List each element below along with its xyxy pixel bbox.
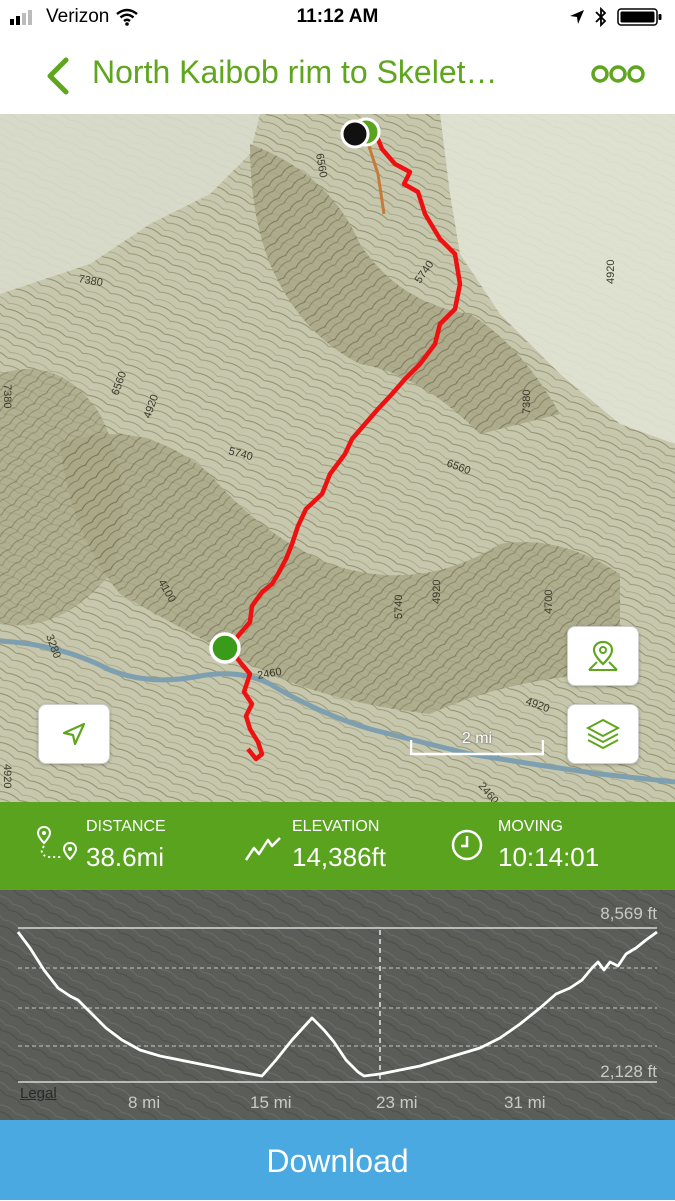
layers-icon: [585, 718, 621, 750]
x-axis-label: 23 mi: [376, 1093, 418, 1112]
download-button[interactable]: Download: [0, 1120, 675, 1200]
x-axis-label: 8 mi: [128, 1093, 161, 1112]
contour-label: 4700: [543, 590, 555, 614]
contour-label: 4920: [431, 580, 443, 604]
battery-icon: [617, 8, 662, 26]
start-marker[interactable]: [209, 632, 241, 664]
contour-label: 7380: [521, 390, 533, 414]
contour-label: 4920: [605, 260, 617, 284]
contour-label: 7380: [1, 384, 13, 408]
bluetooth-icon: [595, 7, 607, 27]
elevation-profile[interactable]: 8,569 ft 2,128 ft 8 mi 15 mi 23 mi 31 mi: [0, 890, 675, 1120]
elevation-label: ELEVATION: [292, 818, 380, 835]
elevation-value: 14,386ft: [292, 842, 386, 872]
elevation-icon: [244, 837, 281, 861]
stats-bar: DISTANCE 38.6mi ELEVATION 14,386ft MOVIN…: [0, 802, 675, 890]
my-location-button[interactable]: [38, 704, 110, 764]
end-marker[interactable]: [340, 119, 370, 149]
map-scale: 2 mi: [410, 730, 544, 756]
topo-map[interactable]: 7380 6560 4920 5740 6560 7380 5740 4920 …: [0, 114, 675, 802]
elevation-stat: ELEVATION 14,386ft: [244, 802, 454, 890]
back-button[interactable]: [38, 54, 78, 98]
waypoint-button[interactable]: [567, 626, 639, 686]
more-dots-icon: [591, 65, 645, 83]
status-bar: Verizon 11:12 AM: [0, 0, 675, 36]
scale-label: 2 mi: [461, 730, 493, 747]
profile-min-label: 2,128 ft: [600, 1062, 657, 1081]
x-axis-label: 15 mi: [250, 1093, 292, 1112]
distance-label: DISTANCE: [86, 818, 166, 835]
contour-label: 5740: [393, 595, 405, 619]
chevron-left-icon: [47, 57, 69, 95]
map-canvas[interactable]: 7380 6560 4920 5740 6560 7380 5740 4920 …: [0, 114, 675, 802]
clock-icon: [451, 829, 483, 861]
status-right: [569, 7, 663, 27]
moving-label: MOVING: [498, 818, 563, 835]
location-arrow-icon: [570, 10, 584, 24]
distance-value: 38.6mi: [86, 842, 165, 872]
more-options-button[interactable]: [590, 60, 646, 88]
location-arrow-icon: [62, 722, 86, 746]
map-layers-button[interactable]: [567, 704, 639, 764]
page-title: North Kaibob rim to Skelet…: [92, 54, 498, 90]
moving-value: 10:14:01: [498, 842, 600, 872]
nav-bar: North Kaibob rim to Skelet…: [0, 36, 675, 115]
profile-background: [0, 890, 675, 1120]
contour-label: 4920: [1, 764, 13, 788]
x-axis-label: 31 mi: [504, 1093, 546, 1112]
moving-stat: MOVING 10:14:01: [450, 802, 650, 890]
distance-stat: DISTANCE 38.6mi: [34, 802, 234, 890]
profile-max-label: 8,569 ft: [600, 904, 657, 923]
profile-canvas: [0, 890, 675, 1120]
distance-icon: [36, 825, 78, 861]
map-pin-icon: [588, 640, 618, 671]
legal-link[interactable]: Legal: [20, 1085, 57, 1102]
